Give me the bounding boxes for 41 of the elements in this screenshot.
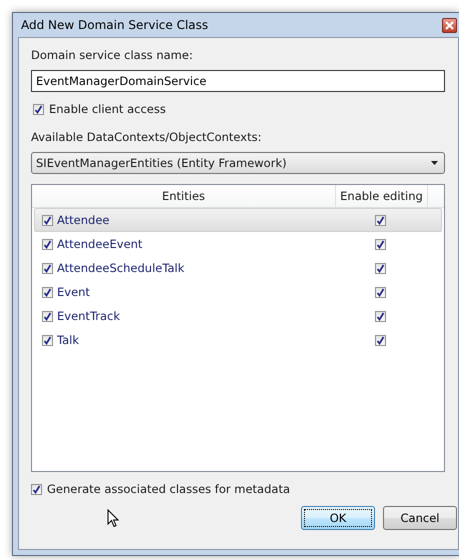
checkbox[interactable] [42, 214, 53, 226]
cancel-button[interactable]: Cancel [383, 506, 457, 530]
checkbox[interactable] [42, 262, 53, 274]
entity-row[interactable]: Attendee [34, 208, 442, 232]
close-button[interactable] [442, 18, 457, 32]
class-name-field[interactable]: EventManagerDomainService [31, 70, 445, 92]
context-dropdown[interactable]: SIEventManagerEntities (Entity Framework) [31, 152, 445, 174]
checkbox[interactable] [375, 262, 386, 274]
entity-name: AttendeeEvent [57, 237, 142, 251]
window-title: Add New Domain Service Class [21, 18, 208, 32]
checkbox[interactable] [375, 310, 386, 322]
checkbox[interactable] [375, 334, 386, 346]
field-label: Domain service class name: [31, 48, 193, 62]
checkbox[interactable] [375, 238, 386, 250]
mouse-pointer-icon [107, 509, 119, 528]
entity-name: Event [57, 285, 90, 299]
field-label: Available DataContexts/ObjectContexts: [31, 130, 262, 144]
column-header[interactable]: Entities [32, 185, 336, 207]
entity-name: EventTrack [57, 309, 120, 323]
checkbox[interactable] [375, 286, 386, 298]
entity-name: Attendee [57, 213, 110, 227]
checkbox[interactable] [42, 334, 53, 346]
checkbox[interactable] [375, 214, 386, 226]
checkbox[interactable] [42, 310, 53, 322]
checkbox[interactable] [42, 238, 53, 250]
entity-row[interactable]: Event [34, 280, 442, 304]
checkbox[interactable] [31, 484, 42, 494]
entity-row[interactable]: Talk [34, 328, 442, 352]
ok-button[interactable]: OK [301, 506, 375, 530]
entity-row[interactable]: EventTrack [34, 304, 442, 328]
checkbox-label: Enable client access [49, 102, 166, 116]
checkbox[interactable] [33, 104, 44, 114]
checkbox-label: Generate associated classes for metadata [47, 482, 290, 496]
entity-row[interactable]: AttendeeScheduleTalk [34, 256, 442, 280]
checkbox[interactable] [42, 286, 53, 298]
entity-name: AttendeeScheduleTalk [57, 261, 184, 275]
entity-name: Talk [57, 333, 80, 347]
entity-row[interactable]: AttendeeEvent [34, 232, 442, 256]
column-header[interactable]: Enable editing [336, 185, 428, 207]
dropdown-arrow-icon [431, 161, 438, 165]
close-icon [445, 20, 454, 30]
